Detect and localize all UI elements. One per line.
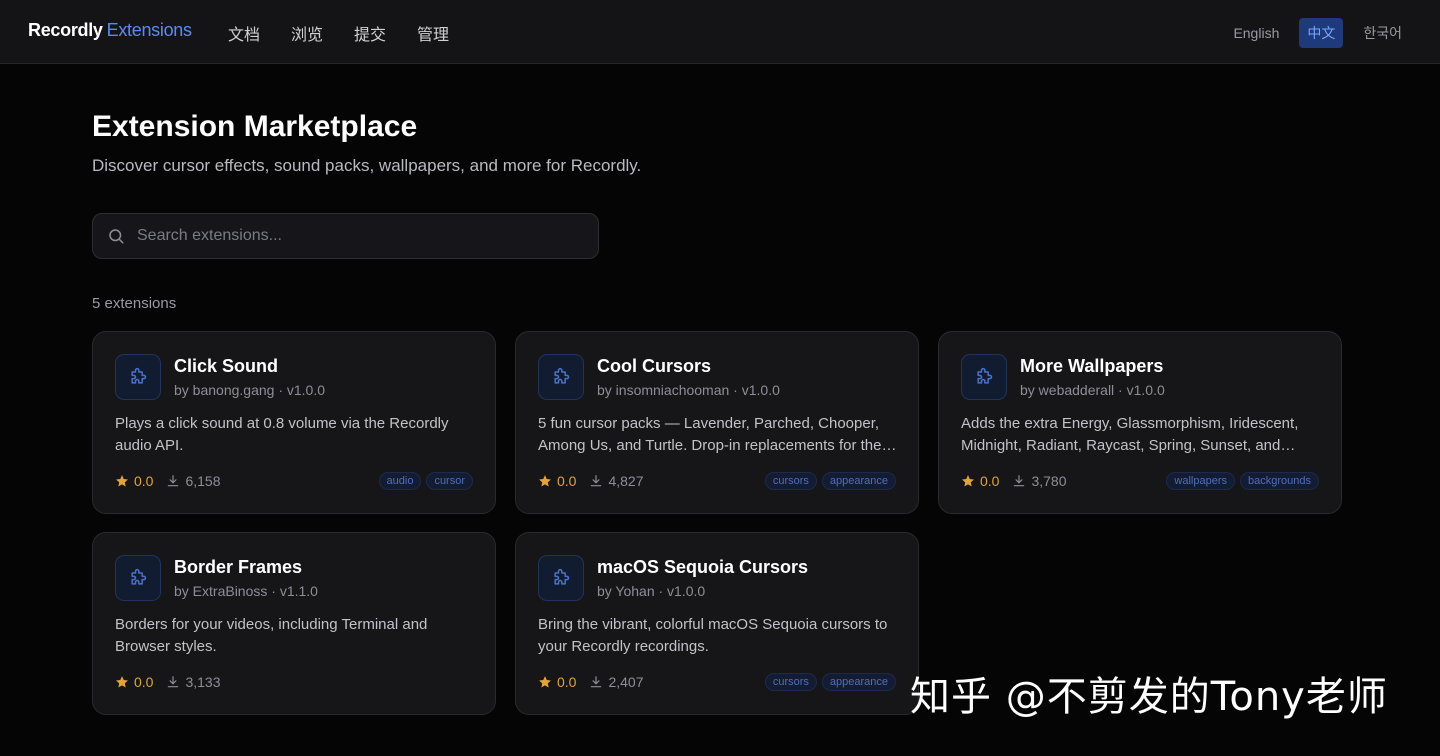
- rating-value: 0.0: [134, 473, 154, 489]
- rating-value: 0.0: [980, 473, 1000, 489]
- extension-card[interactable]: More Wallpapers by webadderall · v1.0.0 Ad…: [938, 331, 1342, 514]
- extension-icon: [115, 354, 161, 400]
- download-icon: [591, 676, 602, 688]
- extension-stats: 0.0 3,133: [115, 674, 221, 690]
- extension-icon: [961, 354, 1007, 400]
- downloads: 2,407: [589, 674, 644, 690]
- downloads: 4,827: [589, 473, 644, 489]
- extension-stats: 0.0 2,407: [538, 674, 644, 690]
- tag-list: wallpapers backgrounds: [1166, 472, 1319, 490]
- extension-stats: 0.0 6,158: [115, 473, 221, 489]
- nav-link-admin[interactable]: 管理: [417, 21, 449, 45]
- rating-value: 0.0: [557, 473, 577, 489]
- extension-description: Adds the extra Energy, Glassmorphism, Ir…: [961, 415, 1299, 454]
- star-icon: [539, 676, 551, 688]
- extension-description: Borders for your videos, including Termi…: [115, 616, 428, 655]
- rating-value: 0.0: [557, 674, 577, 690]
- download-icon: [591, 475, 602, 487]
- star-icon: [962, 475, 974, 487]
- puzzle-icon: [131, 568, 147, 585]
- brand-name: Recordly: [28, 20, 103, 40]
- star-icon: [116, 676, 128, 688]
- rating: 0.0: [115, 473, 153, 489]
- extension-description: 5 fun cursor packs — Lavender, Parched, …: [538, 415, 882, 454]
- extension-description: Plays a click sound at 0.8 volume via th…: [115, 415, 449, 454]
- nav-link-browse[interactable]: 浏览: [291, 21, 323, 45]
- extension-meta: by insomniachooman · v1.0.0: [597, 382, 780, 398]
- download-count: 3,780: [1031, 473, 1067, 489]
- nav-link-submit[interactable]: 提交: [354, 21, 386, 45]
- tag-chip[interactable]: wallpapers: [1166, 472, 1235, 490]
- rating: 0.0: [115, 674, 153, 690]
- extension-icon: [115, 555, 161, 601]
- extension-meta: by ExtraBinoss · v1.1.0: [174, 583, 318, 599]
- tag-chip[interactable]: backgrounds: [1240, 472, 1319, 490]
- extension-stats: 0.0 4,827: [538, 473, 644, 489]
- tag-chip[interactable]: cursor: [426, 472, 473, 490]
- download-count: 2,407: [608, 674, 644, 690]
- language-switcher: English 中文 한국어: [1225, 18, 1410, 48]
- tag-list: cursors appearance: [764, 472, 896, 490]
- search-box: [92, 213, 599, 259]
- lang-korean[interactable]: 한국어: [1355, 18, 1410, 48]
- puzzle-icon: [554, 367, 570, 384]
- extension-stats: 0.0 3,780: [961, 473, 1067, 489]
- result-count: 5 extensions: [92, 295, 177, 312]
- main-nav: 文档 浏览 提交 管理: [228, 21, 480, 45]
- download-count: 3,133: [185, 674, 221, 690]
- extension-name: macOS Sequoia Cursors: [597, 557, 809, 577]
- extension-name: Cool Cursors: [597, 356, 712, 376]
- tag-list: audio cursor: [378, 472, 473, 490]
- puzzle-icon: [977, 367, 993, 384]
- extension-description: Bring the vibrant, colorful macOS Sequoi…: [538, 616, 888, 655]
- page-subtitle: Discover cursor effects, sound packs, wa…: [92, 156, 642, 175]
- puzzle-icon: [131, 367, 147, 384]
- page-title: Extension Marketplace: [92, 110, 418, 143]
- downloads: 6,158: [166, 473, 221, 489]
- download-icon: [1014, 475, 1025, 487]
- brand-suffix: Extensions: [106, 20, 192, 40]
- extension-card[interactable]: macOS Sequoia Cursors by Yohan · v1.0.0 Br…: [515, 532, 919, 715]
- star-icon: [539, 475, 551, 487]
- downloads: 3,133: [166, 674, 221, 690]
- extension-card[interactable]: Cool Cursors by insomniachooman · v1.0.0 5…: [515, 331, 919, 514]
- rating: 0.0: [538, 473, 576, 489]
- extension-meta: by Yohan · v1.0.0: [597, 583, 706, 599]
- extension-icon: [538, 555, 584, 601]
- tag-chip[interactable]: cursors: [764, 472, 817, 490]
- search-input[interactable]: [137, 224, 577, 248]
- download-count: 4,827: [608, 473, 644, 489]
- downloads: 3,780: [1012, 473, 1067, 489]
- extension-meta: by banong.gang · v1.0.0: [174, 382, 326, 398]
- tag-chip[interactable]: appearance: [821, 673, 896, 691]
- extension-card[interactable]: Border Frames by ExtraBinoss · v1.1.0 Bord…: [92, 532, 496, 715]
- puzzle-icon: [554, 568, 570, 585]
- tag-chip[interactable]: audio: [378, 472, 422, 490]
- nav-link-docs[interactable]: 文档: [228, 21, 260, 45]
- rating-value: 0.0: [134, 674, 154, 690]
- extension-meta: by webadderall · v1.0.0: [1020, 382, 1165, 398]
- download-icon: [168, 676, 179, 688]
- search-icon: [109, 229, 124, 244]
- rating: 0.0: [538, 674, 576, 690]
- extension-name: Border Frames: [174, 557, 303, 577]
- extension-name: More Wallpapers: [1020, 356, 1164, 376]
- download-count: 6,158: [185, 473, 221, 489]
- tag-chip[interactable]: appearance: [821, 472, 896, 490]
- brand-logo[interactable]: Recordly Extensions: [28, 20, 192, 41]
- extension-icon: [538, 354, 584, 400]
- extension-card[interactable]: Click Sound by banong.gang · v1.0.0 Plays …: [92, 331, 496, 514]
- watermark-text: 知乎 @不剪发的Tony老师: [910, 674, 1388, 720]
- tag-list: cursors appearance: [764, 673, 896, 691]
- lang-english[interactable]: English: [1225, 20, 1287, 46]
- download-icon: [168, 475, 179, 487]
- top-bar: Recordly Extensions 文档 浏览 提交 管理 English 中…: [0, 0, 1440, 64]
- extension-name: Click Sound: [174, 356, 279, 376]
- tag-chip[interactable]: cursors: [764, 673, 817, 691]
- lang-chinese[interactable]: 中文: [1299, 18, 1344, 48]
- star-icon: [116, 475, 128, 487]
- rating: 0.0: [961, 473, 999, 489]
